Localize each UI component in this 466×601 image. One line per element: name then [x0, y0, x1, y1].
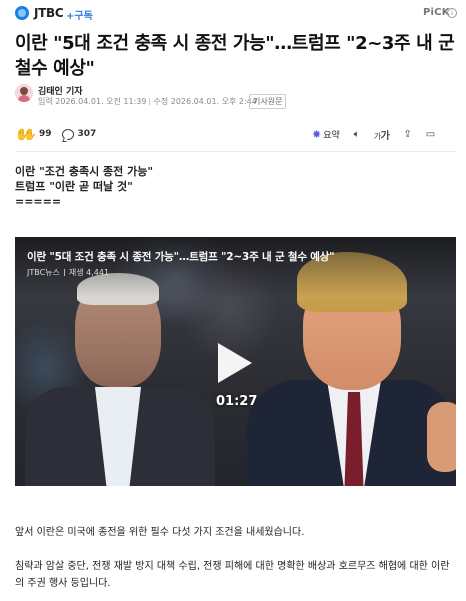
- article-tools: ✸ 요약 🔈︎ 가가 ⇪ ▭: [312, 126, 449, 142]
- lead-line-3: =====: [15, 195, 62, 208]
- pick-label: PiCK: [423, 7, 450, 18]
- modified-date: 수정 2026.04.01. 오후 2:44: [153, 97, 257, 106]
- video-channel[interactable]: JTBC뉴스: [27, 268, 60, 277]
- original-article-link[interactable]: 기사원문: [249, 94, 287, 109]
- article-dates: 입력 2026.04.01. 오전 11:39 수정 2026.04.01. 오후…: [38, 96, 257, 107]
- article-title: 이란 "5대 조건 충족 시 종전 가능"…트럼프 "2~3주 내 군 철수 예…: [15, 33, 455, 79]
- subscribe-button[interactable]: +구독: [66, 7, 93, 22]
- font-size-icon[interactable]: 가가: [374, 127, 390, 142]
- reaction-bar: ✋ ✋ 99 307: [15, 126, 96, 142]
- clap-icon[interactable]: ✋ ✋: [15, 127, 37, 141]
- video-meta: JTBC뉴스 재생 4,441: [27, 267, 109, 278]
- meta-separator: [63, 269, 65, 276]
- header-divider: [15, 151, 456, 152]
- body-paragraph-2: 침략과 암살 중단, 전쟁 재발 방지 대책 수립, 전쟁 피해에 대한 명확한…: [15, 561, 450, 589]
- share-icon[interactable]: ⇪: [403, 129, 411, 140]
- body-paragraph-1: 앞서 이란은 미국에 종전을 위한 필수 다섯 가지 조건을 내세웠습니다.: [15, 527, 305, 538]
- jtbc-logo-icon[interactable]: [15, 6, 29, 20]
- press-header: JTBC +구독 PiCK i: [0, 0, 466, 26]
- sparkle-icon[interactable]: ✸: [312, 128, 321, 141]
- more-icon[interactable]: ▭: [426, 129, 435, 140]
- audio-icon[interactable]: 🔈︎: [354, 129, 360, 140]
- like-count[interactable]: 99: [39, 129, 52, 139]
- play-icon[interactable]: [218, 343, 252, 383]
- video-player[interactable]: 이란 "5대 조건 충족 시 종전 가능"…트럼프 "2~3주 내 군 철수 예…: [15, 237, 456, 486]
- lead-summary: 이란 "조건 충족시 종전 가능" 트럼프 "이란 곧 떠날 것" =====: [15, 164, 455, 209]
- reporter-avatar[interactable]: [15, 84, 33, 102]
- press-name[interactable]: JTBC: [34, 6, 64, 20]
- summary-button[interactable]: 요약: [323, 128, 340, 141]
- video-person-left: [25, 273, 215, 486]
- input-date: 입력 2026.04.01. 오전 11:39: [38, 97, 147, 106]
- video-plays: 재생 4,441: [68, 268, 110, 277]
- lead-line-2: 트럼프 "이란 곧 떠날 것": [15, 180, 133, 193]
- date-separator: [149, 98, 151, 105]
- font-size-large: 가: [380, 130, 390, 142]
- comment-icon[interactable]: [61, 128, 74, 140]
- font-size-small: 가: [373, 131, 381, 141]
- pick-info-icon[interactable]: i: [447, 8, 457, 18]
- video-duration: 01:27: [216, 394, 258, 409]
- lead-line-1: 이란 "조건 충족시 종전 가능": [15, 165, 154, 178]
- comment-count[interactable]: 307: [78, 129, 97, 139]
- video-title: 이란 "5대 조건 충족 시 종전 가능"…트럼프 "2~3주 내 군 철수 예…: [27, 251, 335, 263]
